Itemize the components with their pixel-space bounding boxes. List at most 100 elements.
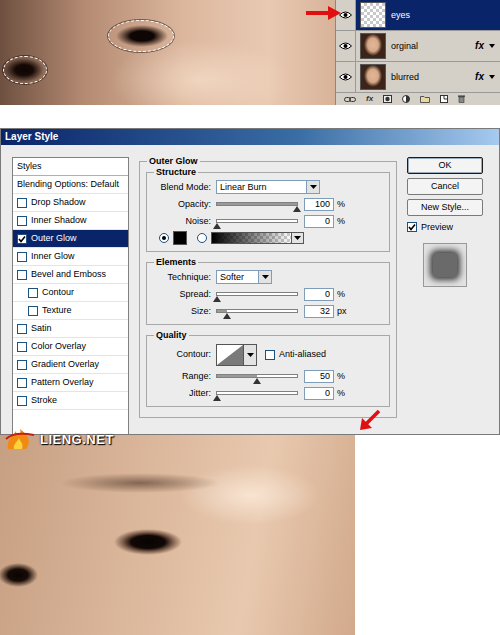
layer-name[interactable]: orginal — [391, 41, 475, 52]
preview-shape — [433, 253, 457, 277]
slider-label: Noise: — [153, 216, 211, 227]
slider-track[interactable] — [216, 202, 298, 206]
new-layer-icon — [440, 95, 448, 103]
value-field[interactable]: 0 — [304, 288, 334, 301]
style-label: Drop Shadow — [31, 197, 86, 208]
folder-icon — [420, 95, 430, 103]
visibility-toggle[interactable] — [336, 31, 356, 61]
style-checkbox[interactable] — [17, 342, 27, 352]
add-style-button[interactable]: fx — [366, 95, 373, 103]
style-checkbox[interactable] — [28, 288, 38, 298]
layer-row[interactable]: blurredfx — [336, 62, 500, 93]
style-item[interactable]: Drop Shadow — [13, 194, 128, 212]
layer-name[interactable]: blurred — [391, 72, 475, 83]
slider-thumb[interactable] — [293, 206, 301, 212]
layer-row[interactable]: orginalfx — [336, 31, 500, 62]
style-checkbox[interactable] — [17, 252, 27, 262]
visibility-toggle[interactable] — [336, 62, 356, 92]
eye-icon — [339, 42, 352, 50]
style-label: Inner Glow — [31, 251, 75, 262]
style-item[interactable]: Stroke — [13, 392, 128, 410]
anti-aliased-label: Anti-aliased — [279, 349, 326, 360]
style-item[interactable]: Gradient Overlay — [13, 356, 128, 374]
style-checkbox[interactable] — [17, 324, 27, 334]
value-field[interactable]: 0 — [304, 387, 334, 400]
slider-thumb[interactable] — [223, 313, 231, 319]
style-checkbox[interactable] — [17, 198, 27, 208]
contour-dropdown[interactable] — [244, 344, 257, 366]
slider-track[interactable] — [216, 219, 298, 223]
value-field[interactable]: 0 — [304, 215, 334, 228]
value-field[interactable]: 100 — [304, 198, 334, 211]
style-item[interactable]: Outer Glow — [13, 230, 128, 248]
gradient-option[interactable] — [197, 232, 304, 244]
slider-thumb[interactable] — [213, 395, 221, 401]
color-swatch[interactable] — [173, 231, 187, 245]
anti-aliased-option[interactable]: Anti-aliased — [265, 349, 326, 360]
expand-icon[interactable] — [489, 75, 495, 79]
technique-select[interactable]: Softer — [216, 270, 272, 284]
style-checkbox[interactable] — [28, 306, 38, 316]
layer-row[interactable]: eyes — [336, 0, 500, 31]
layer-style-dialog: Layer StyleStylesBlending Options: Defau… — [0, 128, 500, 435]
slider-thumb[interactable] — [253, 378, 261, 384]
elements-group: ElementsTechnique:SofterSpread:0%Size:32… — [146, 258, 390, 325]
slider-track[interactable] — [216, 374, 298, 378]
slider-track[interactable] — [216, 391, 298, 395]
style-checkbox[interactable] — [17, 360, 27, 370]
slider-thumb[interactable] — [213, 296, 221, 302]
style-item[interactable]: Contour — [13, 284, 128, 302]
dropdown-button[interactable] — [306, 181, 319, 193]
style-label: Pattern Overlay — [31, 377, 94, 388]
style-item[interactable]: Inner Shadow — [13, 212, 128, 230]
style-item[interactable]: Color Overlay — [13, 338, 128, 356]
radio-button[interactable] — [159, 233, 169, 243]
watermark: LIENG.NET — [4, 427, 114, 453]
style-checkbox[interactable] — [17, 378, 27, 388]
style-item[interactable]: Satin — [13, 320, 128, 338]
gradient-swatch[interactable] — [211, 232, 291, 244]
styles-header[interactable]: Styles — [13, 158, 128, 176]
preview-option[interactable]: Preview — [407, 222, 483, 233]
trash-icon — [458, 95, 465, 103]
style-item[interactable]: Bevel and Emboss — [13, 266, 128, 284]
dropdown-button[interactable] — [258, 271, 271, 283]
dialog-button[interactable]: OK — [407, 157, 483, 174]
gradient-dropdown[interactable] — [291, 232, 304, 244]
unit-label: % — [337, 199, 345, 210]
slider-track[interactable] — [216, 292, 298, 296]
style-item[interactable]: Blending Options: Default — [13, 176, 128, 194]
visibility-toggle[interactable] — [336, 0, 356, 30]
style-checkbox[interactable] — [17, 234, 27, 244]
dialog-button[interactable]: Cancel — [407, 178, 483, 195]
color-option[interactable] — [159, 231, 187, 245]
slider-thumb[interactable] — [213, 223, 221, 229]
style-item[interactable]: Pattern Overlay — [13, 374, 128, 392]
style-checkbox[interactable] — [17, 270, 27, 280]
layer-name[interactable]: eyes — [391, 10, 479, 21]
style-item[interactable]: Texture — [13, 302, 128, 320]
blend-mode-select[interactable]: Linear Burn — [216, 180, 320, 194]
style-item[interactable]: Inner Glow — [13, 248, 128, 266]
slider-track[interactable] — [216, 309, 298, 313]
slider-row: Range:50% — [153, 368, 383, 385]
effects-badge[interactable]: fx — [475, 71, 495, 83]
value-field[interactable]: 50 — [304, 370, 334, 383]
style-checkbox[interactable] — [17, 216, 27, 226]
contour-picker[interactable] — [216, 344, 257, 366]
dialog-button[interactable]: New Style... — [407, 199, 483, 216]
preview-checkbox[interactable] — [407, 222, 417, 232]
radio-button[interactable] — [197, 233, 207, 243]
unit-label: px — [337, 306, 347, 317]
structure-group: StructureBlend Mode:Linear BurnOpacity:1… — [146, 168, 390, 252]
preview-label: Preview — [421, 222, 453, 233]
style-checkbox[interactable] — [17, 396, 27, 406]
layer-thumbnail — [360, 64, 386, 90]
anti-aliased-checkbox[interactable] — [265, 350, 275, 360]
dropdown-value: Linear Burn — [217, 182, 306, 193]
effects-badge[interactable]: fx — [475, 40, 495, 52]
logo-icon — [4, 427, 38, 453]
arrow-down-icon — [247, 353, 254, 357]
value-field[interactable]: 32 — [304, 305, 334, 318]
expand-icon[interactable] — [489, 44, 495, 48]
